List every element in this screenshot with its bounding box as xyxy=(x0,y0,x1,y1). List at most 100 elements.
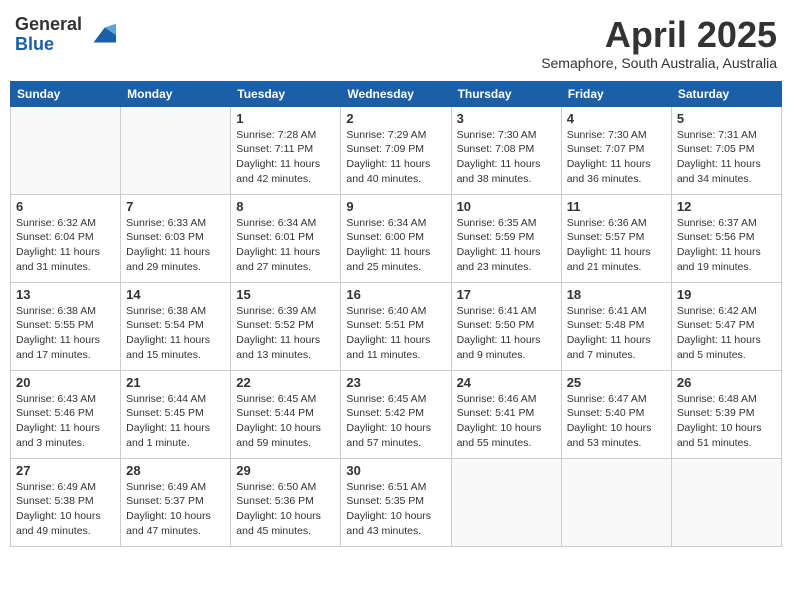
day-number: 5 xyxy=(677,111,776,126)
day-number: 9 xyxy=(346,199,445,214)
week-row-5: 27 Sunrise: 6:49 AMSunset: 5:38 PMDayligh… xyxy=(11,458,782,546)
day-info: Sunrise: 6:49 AMSunset: 5:37 PMDaylight:… xyxy=(126,480,225,539)
calendar-cell: 14Sunrise: 6:38 AMSunset: 5:54 PMDayligh… xyxy=(121,282,231,370)
col-header-thursday: Thursday xyxy=(451,81,561,106)
day-number: 16 xyxy=(346,287,445,302)
calendar-cell: 5 Sunrise: 7:31 AMSunset: 7:05 PMDaylight… xyxy=(671,106,781,194)
calendar-cell: 13Sunrise: 6:38 AMSunset: 5:55 PMDayligh… xyxy=(11,282,121,370)
calendar-cell xyxy=(121,106,231,194)
day-info: Sunrise: 6:36 AMSunset: 5:57 PMDaylight:… xyxy=(567,216,666,275)
calendar-cell: 24 Sunrise: 6:46 AMSunset: 5:41 PMDayligh… xyxy=(451,370,561,458)
day-info: Sunrise: 6:33 AMSunset: 6:03 PMDaylight:… xyxy=(126,216,225,275)
day-info: Sunrise: 6:45 AMSunset: 5:42 PMDaylight:… xyxy=(346,392,445,451)
day-info: Sunrise: 6:49 AMSunset: 5:38 PMDaylight:… xyxy=(16,480,115,539)
calendar-cell: 11 Sunrise: 6:36 AMSunset: 5:57 PMDayligh… xyxy=(561,194,671,282)
day-info: Sunrise: 7:28 AMSunset: 7:11 PMDaylight:… xyxy=(236,128,335,187)
day-info: Sunrise: 6:47 AMSunset: 5:40 PMDaylight:… xyxy=(567,392,666,451)
day-info: Sunrise: 6:32 AMSunset: 6:04 PMDaylight:… xyxy=(16,216,115,275)
week-row-3: 13Sunrise: 6:38 AMSunset: 5:55 PMDayligh… xyxy=(11,282,782,370)
calendar-cell: 22 Sunrise: 6:45 AMSunset: 5:44 PMDayligh… xyxy=(231,370,341,458)
day-info: Sunrise: 6:51 AMSunset: 5:35 PMDaylight:… xyxy=(346,480,445,539)
day-number: 21 xyxy=(126,375,225,390)
day-info: Sunrise: 6:43 AMSunset: 5:46 PMDaylight:… xyxy=(16,392,115,451)
day-info: Sunrise: 6:38 AMSunset: 5:55 PMDaylight:… xyxy=(16,304,115,363)
header: General Blue April 2025 Semaphore, South… xyxy=(10,10,782,71)
col-header-saturday: Saturday xyxy=(671,81,781,106)
month-title: April 2025 xyxy=(541,15,777,55)
day-number: 20 xyxy=(16,375,115,390)
col-header-sunday: Sunday xyxy=(11,81,121,106)
day-number: 30 xyxy=(346,463,445,478)
day-number: 11 xyxy=(567,199,666,214)
day-info: Sunrise: 6:46 AMSunset: 5:41 PMDaylight:… xyxy=(457,392,556,451)
day-number: 12 xyxy=(677,199,776,214)
day-info: Sunrise: 6:42 AMSunset: 5:47 PMDaylight:… xyxy=(677,304,776,363)
calendar-cell: 3Sunrise: 7:30 AMSunset: 7:08 PMDaylight… xyxy=(451,106,561,194)
day-info: Sunrise: 6:41 AMSunset: 5:50 PMDaylight:… xyxy=(457,304,556,363)
day-number: 24 xyxy=(457,375,556,390)
day-info: Sunrise: 7:29 AMSunset: 7:09 PMDaylight:… xyxy=(346,128,445,187)
day-number: 25 xyxy=(567,375,666,390)
calendar-cell xyxy=(671,458,781,546)
day-number: 10 xyxy=(457,199,556,214)
calendar-cell: 7 Sunrise: 6:33 AMSunset: 6:03 PMDaylight… xyxy=(121,194,231,282)
day-number: 15 xyxy=(236,287,335,302)
day-info: Sunrise: 6:50 AMSunset: 5:36 PMDaylight:… xyxy=(236,480,335,539)
day-info: Sunrise: 6:35 AMSunset: 5:59 PMDaylight:… xyxy=(457,216,556,275)
logo-icon xyxy=(86,20,116,50)
day-info: Sunrise: 7:31 AMSunset: 7:05 PMDaylight:… xyxy=(677,128,776,187)
col-header-friday: Friday xyxy=(561,81,671,106)
calendar-cell: 2 Sunrise: 7:29 AMSunset: 7:09 PMDaylight… xyxy=(341,106,451,194)
day-info: Sunrise: 6:44 AMSunset: 5:45 PMDaylight:… xyxy=(126,392,225,451)
calendar-cell: 16 Sunrise: 6:40 AMSunset: 5:51 PMDayligh… xyxy=(341,282,451,370)
day-number: 6 xyxy=(16,199,115,214)
week-row-2: 6 Sunrise: 6:32 AMSunset: 6:04 PMDaylight… xyxy=(11,194,782,282)
calendar-cell: 19 Sunrise: 6:42 AMSunset: 5:47 PMDayligh… xyxy=(671,282,781,370)
day-number: 3 xyxy=(457,111,556,126)
calendar-cell: 20 Sunrise: 6:43 AMSunset: 5:46 PMDayligh… xyxy=(11,370,121,458)
calendar-cell: 10 Sunrise: 6:35 AMSunset: 5:59 PMDayligh… xyxy=(451,194,561,282)
calendar-cell: 12Sunrise: 6:37 AMSunset: 5:56 PMDayligh… xyxy=(671,194,781,282)
calendar-cell: 29 Sunrise: 6:50 AMSunset: 5:36 PMDayligh… xyxy=(231,458,341,546)
calendar-cell: 23Sunrise: 6:45 AMSunset: 5:42 PMDayligh… xyxy=(341,370,451,458)
title-block: April 2025 Semaphore, South Australia, A… xyxy=(541,15,777,71)
calendar-cell: 9Sunrise: 6:34 AMSunset: 6:00 PMDaylight… xyxy=(341,194,451,282)
week-row-4: 20 Sunrise: 6:43 AMSunset: 5:46 PMDayligh… xyxy=(11,370,782,458)
calendar-cell: 1 Sunrise: 7:28 AMSunset: 7:11 PMDaylight… xyxy=(231,106,341,194)
day-number: 27 xyxy=(16,463,115,478)
day-number: 26 xyxy=(677,375,776,390)
calendar-cell: 8 Sunrise: 6:34 AMSunset: 6:01 PMDaylight… xyxy=(231,194,341,282)
day-info: Sunrise: 6:40 AMSunset: 5:51 PMDaylight:… xyxy=(346,304,445,363)
calendar-cell: 28 Sunrise: 6:49 AMSunset: 5:37 PMDayligh… xyxy=(121,458,231,546)
calendar-cell: 21 Sunrise: 6:44 AMSunset: 5:45 PMDayligh… xyxy=(121,370,231,458)
day-number: 29 xyxy=(236,463,335,478)
day-number: 8 xyxy=(236,199,335,214)
day-number: 4 xyxy=(567,111,666,126)
col-header-wednesday: Wednesday xyxy=(341,81,451,106)
logo-text: General Blue xyxy=(15,15,82,55)
logo-blue: Blue xyxy=(15,35,82,55)
day-number: 28 xyxy=(126,463,225,478)
week-row-1: 1 Sunrise: 7:28 AMSunset: 7:11 PMDaylight… xyxy=(11,106,782,194)
day-number: 19 xyxy=(677,287,776,302)
day-number: 7 xyxy=(126,199,225,214)
calendar-cell xyxy=(451,458,561,546)
day-info: Sunrise: 6:48 AMSunset: 5:39 PMDaylight:… xyxy=(677,392,776,451)
calendar-cell: 6 Sunrise: 6:32 AMSunset: 6:04 PMDaylight… xyxy=(11,194,121,282)
day-info: Sunrise: 6:38 AMSunset: 5:54 PMDaylight:… xyxy=(126,304,225,363)
calendar-cell: 15Sunrise: 6:39 AMSunset: 5:52 PMDayligh… xyxy=(231,282,341,370)
calendar-cell xyxy=(11,106,121,194)
location-subtitle: Semaphore, South Australia, Australia xyxy=(541,55,777,71)
day-number: 18 xyxy=(567,287,666,302)
day-info: Sunrise: 6:45 AMSunset: 5:44 PMDaylight:… xyxy=(236,392,335,451)
day-number: 22 xyxy=(236,375,335,390)
day-info: Sunrise: 6:34 AMSunset: 6:01 PMDaylight:… xyxy=(236,216,335,275)
calendar-cell: 4 Sunrise: 7:30 AMSunset: 7:07 PMDaylight… xyxy=(561,106,671,194)
day-info: Sunrise: 6:41 AMSunset: 5:48 PMDaylight:… xyxy=(567,304,666,363)
calendar-cell: 26 Sunrise: 6:48 AMSunset: 5:39 PMDayligh… xyxy=(671,370,781,458)
calendar-table: SundayMondayTuesdayWednesdayThursdayFrid… xyxy=(10,81,782,547)
day-number: 1 xyxy=(236,111,335,126)
col-header-monday: Monday xyxy=(121,81,231,106)
day-info: Sunrise: 7:30 AMSunset: 7:07 PMDaylight:… xyxy=(567,128,666,187)
day-number: 2 xyxy=(346,111,445,126)
